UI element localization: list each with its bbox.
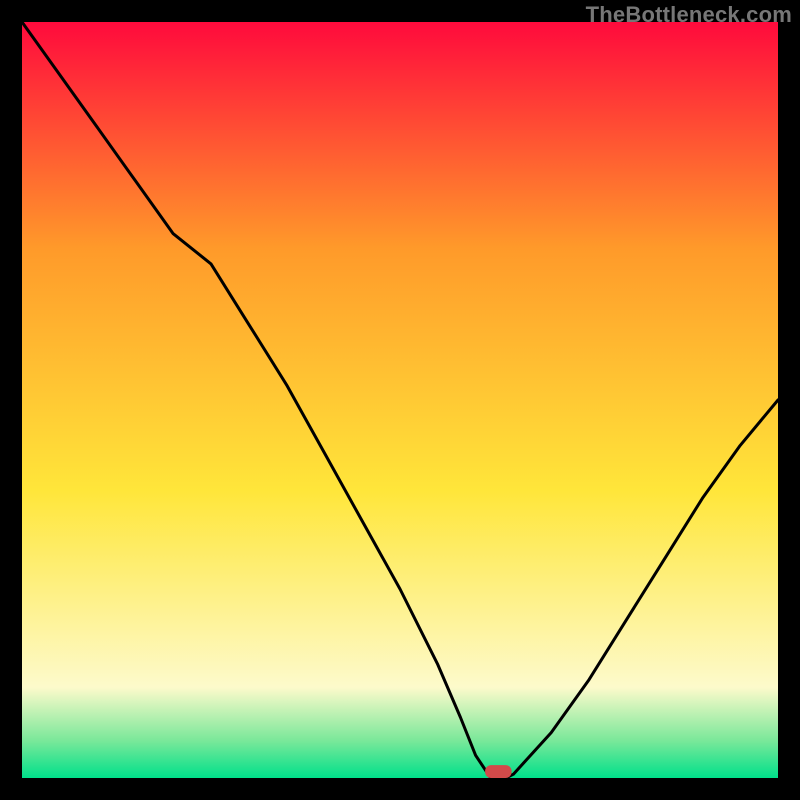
chart-frame: bottleneck-curve TheBottleneck.com <box>0 0 800 800</box>
optimal-marker <box>485 765 512 778</box>
plot-area: bottleneck-curve <box>22 22 778 778</box>
watermark-text: TheBottleneck.com <box>586 2 792 28</box>
bottleneck-chart: bottleneck-curve <box>22 22 778 778</box>
gradient-background <box>22 22 778 778</box>
